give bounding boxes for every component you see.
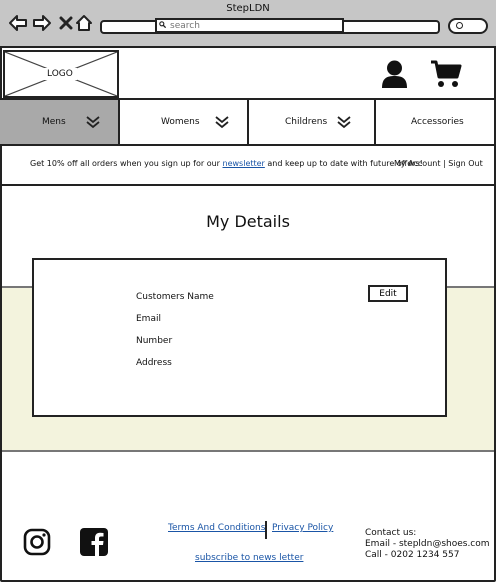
- nav-item-accessories[interactable]: Accessories: [376, 100, 496, 144]
- field-customer-name: Customers Name: [136, 292, 214, 302]
- contact-phone: Call - 0202 1234 557: [365, 550, 460, 560]
- close-icon: [59, 16, 73, 30]
- nav-item-mens[interactable]: Mens: [0, 100, 120, 144]
- nav-item-label: Mens: [42, 117, 66, 127]
- contact-email: Email - stepldn@shoes.com: [365, 539, 490, 549]
- account-links[interactable]: My Account | Sign Out: [394, 159, 483, 168]
- privacy-link[interactable]: Privacy Policy: [272, 523, 333, 533]
- chevron-down-icon: [86, 116, 100, 129]
- forward-arrow-icon: [33, 15, 51, 31]
- back-button[interactable]: [8, 13, 28, 33]
- logo-text: LOGO: [43, 68, 77, 80]
- forward-button[interactable]: [32, 13, 52, 33]
- search-icon: [456, 22, 463, 29]
- search-icon: [159, 21, 166, 28]
- details-card: Customers Name Email Number Address Edit: [32, 258, 447, 417]
- contact-heading: Contact us:: [365, 528, 417, 538]
- home-button[interactable]: [74, 13, 94, 33]
- nav-item-label: Childrens: [285, 117, 328, 127]
- nav-item-label: Womens: [161, 117, 200, 127]
- site-header: LOGO: [0, 48, 496, 100]
- contact-info: Contact us: Email - stepldn@shoes.com Ca…: [365, 528, 490, 561]
- category-nav: Mens Womens Childrens Accessories: [0, 100, 496, 146]
- promo-text: Get 10% off all orders when you sign up …: [30, 159, 423, 168]
- nav-item-childrens[interactable]: Childrens: [249, 100, 376, 144]
- chevron-down-icon: [215, 116, 229, 129]
- nav-item-womens[interactable]: Womens: [120, 100, 249, 144]
- edit-button[interactable]: Edit: [368, 285, 408, 302]
- user-account-icon[interactable]: [381, 59, 408, 89]
- back-arrow-icon: [9, 15, 27, 31]
- instagram-icon[interactable]: [23, 528, 51, 556]
- field-number: Number: [136, 336, 173, 346]
- logo[interactable]: LOGO: [3, 50, 119, 98]
- browser-search-box[interactable]: [448, 18, 488, 34]
- page-title: My Details: [206, 212, 290, 231]
- terms-link[interactable]: Terms And Conditions: [168, 523, 265, 533]
- field-address: Address: [136, 358, 172, 368]
- search-input[interactable]: [155, 18, 344, 33]
- stop-button[interactable]: [56, 13, 76, 33]
- facebook-icon[interactable]: [80, 528, 108, 556]
- shopping-cart-icon[interactable]: [430, 59, 462, 89]
- subscribe-link[interactable]: subscribe to news letter: [195, 553, 303, 563]
- nav-item-label: Accessories: [411, 117, 464, 127]
- home-icon: [76, 15, 92, 31]
- promo-bar: Get 10% off all orders when you sign up …: [2, 146, 494, 186]
- promo-text-start: Get 10% off all orders when you sign up …: [30, 159, 223, 168]
- footer-divider: [265, 521, 267, 539]
- chevron-down-icon: [337, 116, 351, 129]
- newsletter-link[interactable]: newsletter: [223, 159, 265, 168]
- field-email: Email: [136, 314, 161, 324]
